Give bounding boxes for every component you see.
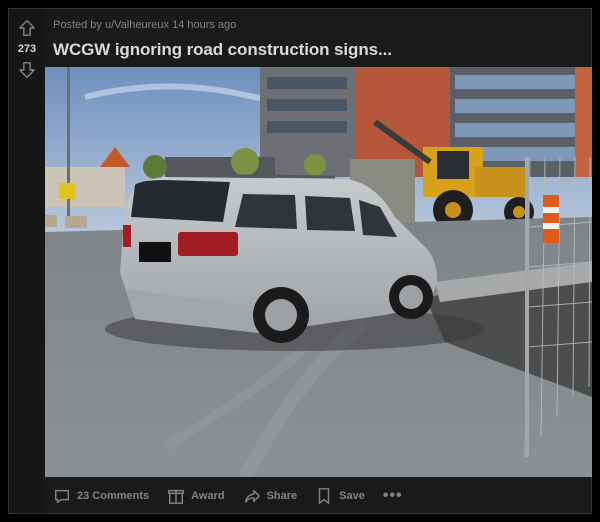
post-action-bar: 23 Comments Award Share Save ••• [53,483,403,509]
vote-score: 273 [17,43,37,55]
comments-button[interactable]: 23 Comments [53,487,149,505]
more-icon: ••• [382,487,403,504]
post-title[interactable]: WCGW ignoring road construction signs... [53,40,392,60]
upvote-button[interactable] [16,17,38,39]
post-meta: Posted by u/Valheureux 14 hours ago [53,19,236,31]
save-button[interactable]: Save [315,487,365,505]
meta-prefix: Posted by [53,19,102,31]
share-button[interactable]: Share [243,487,298,505]
comment-icon [54,489,70,504]
post-card: 273 Posted by u/Valheureux 14 hours ago … [8,8,592,514]
comments-label: 23 Comments [77,490,150,502]
post-time: 14 hours ago [172,19,237,31]
award-button[interactable]: Award [167,487,225,505]
construction-photo [45,67,592,477]
share-label: Share [266,490,298,502]
more-options-button[interactable]: ••• [383,487,403,505]
upvote-icon [19,20,35,36]
save-label: Save [339,490,365,502]
downvote-icon [19,62,35,78]
author-link[interactable]: u/Valheureux [105,19,169,31]
share-icon [244,489,260,504]
award-icon [168,489,185,504]
downvote-button[interactable] [16,59,38,81]
post-image[interactable] [45,67,592,477]
vote-column: 273 [9,9,45,513]
award-label: Award [191,490,225,502]
save-icon [318,488,330,504]
